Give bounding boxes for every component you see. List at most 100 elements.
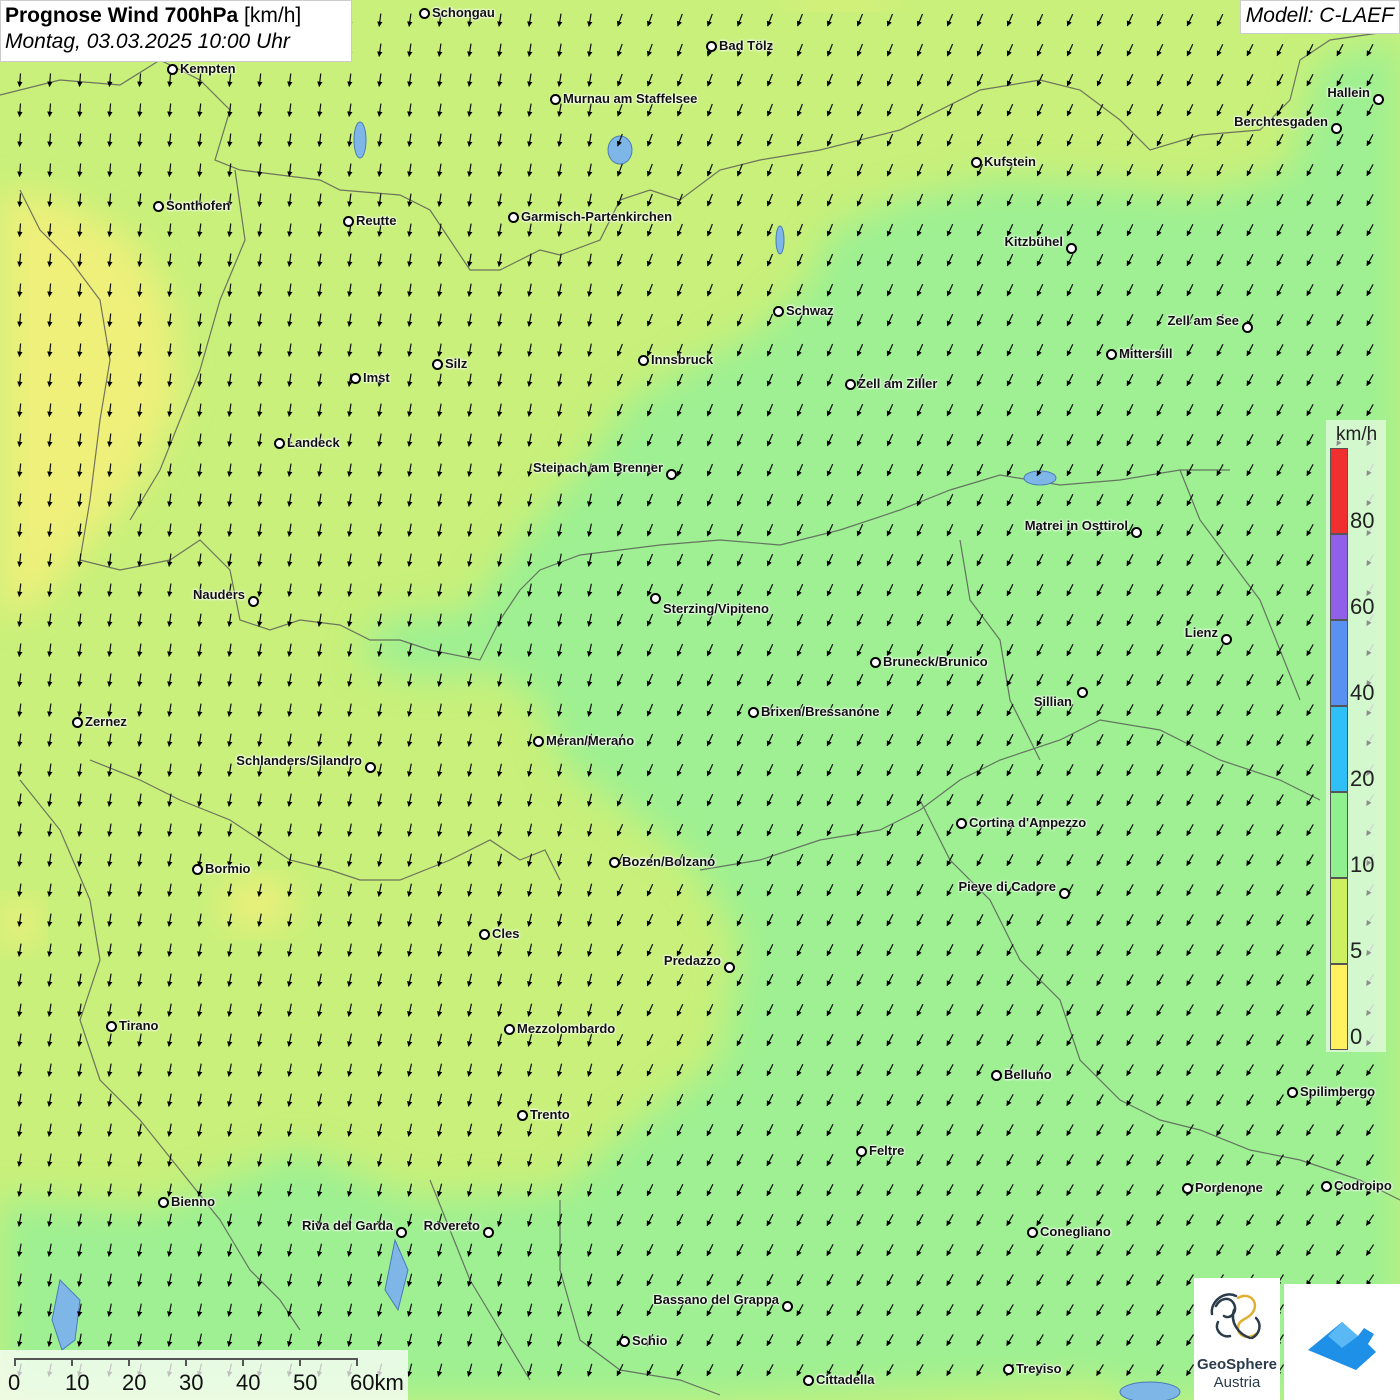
city-dot	[706, 41, 717, 52]
city-dot	[1287, 1087, 1298, 1098]
city-dot	[1027, 1227, 1038, 1238]
city-dot	[870, 657, 881, 668]
city-label: Feltre	[869, 1143, 905, 1158]
legend-label: 20	[1350, 766, 1375, 791]
city-dot	[550, 94, 561, 105]
city-dot	[1066, 243, 1077, 254]
scale-bar: 0 10 20 30 40 50 60km	[0, 1350, 408, 1400]
city-dot	[666, 469, 677, 480]
city-label: Predazzo	[663, 953, 721, 968]
city-label: Reutte	[356, 213, 397, 228]
forecast-datetime: Montag, 03.03.2025 10:00 Uhr	[5, 30, 290, 53]
legend-label: 80	[1350, 508, 1375, 533]
geosphere-logo: GeoSphere Austria	[1194, 1278, 1280, 1400]
city-dot	[72, 717, 83, 728]
scale-tick	[356, 1358, 358, 1366]
city-label: Nauders	[192, 587, 245, 602]
city-label: Zell am See	[1167, 313, 1239, 328]
city-label: Innsbruck	[651, 352, 714, 367]
city-dot	[1077, 687, 1088, 698]
city-dot	[248, 596, 259, 607]
city-label: Treviso	[1016, 1361, 1062, 1376]
city-label: Cittadella	[816, 1372, 875, 1387]
city-label: Spilimbergo	[1300, 1084, 1376, 1099]
legend-swatch	[1330, 448, 1348, 534]
city-dot	[504, 1024, 515, 1035]
city-label: Tirano	[119, 1018, 159, 1033]
city-label: Schwaz	[786, 303, 834, 318]
legend-swatch	[1330, 706, 1348, 792]
map-title: Prognose Wind 700hPa [km/h]	[5, 4, 347, 28]
city-dot	[1242, 322, 1253, 333]
scale-label: 20	[122, 1370, 147, 1395]
scale-tick	[299, 1358, 301, 1366]
city-dot	[856, 1146, 867, 1157]
city-dot	[724, 962, 735, 973]
city-label: Berchtesgaden	[1234, 114, 1328, 129]
legend-swatch	[1330, 964, 1348, 1050]
scale-label: 30	[179, 1370, 204, 1395]
scale-label: 10	[65, 1370, 90, 1395]
title-unit: [km/h]	[238, 4, 302, 27]
legend-label: 40	[1350, 680, 1375, 705]
city-label: Bassano del Grappa	[653, 1292, 779, 1307]
city-label: Zell am Ziller	[858, 376, 938, 391]
city-label: Bienno	[171, 1194, 216, 1209]
city-dot	[782, 1301, 793, 1312]
city-dot	[106, 1021, 117, 1032]
city-label: Schlanders/Silandro	[236, 753, 362, 768]
legend-unit: km/h	[1336, 424, 1378, 445]
city-label: Rovereto	[423, 1218, 480, 1233]
wind-field-0-5-north	[780, 0, 900, 10]
city-dot	[1221, 634, 1232, 645]
city-dot	[517, 1110, 528, 1121]
geosphere-logo-icon	[1210, 1293, 1261, 1340]
title-box: Prognose Wind 700hPa [km/h] Montag, 03.0…	[0, 0, 352, 62]
city-dot	[1182, 1183, 1193, 1194]
legend-label: 10	[1350, 852, 1375, 877]
city-dot	[1106, 349, 1117, 360]
city-label: Imst	[363, 370, 390, 385]
legend-label: 60	[1350, 594, 1375, 619]
city-dot	[1059, 888, 1070, 899]
scale-label: 60km	[350, 1370, 404, 1395]
city-label: Bad Tölz	[719, 38, 774, 53]
wind-map: Prognose Wind 700hPa [km/h] Montag, 03.0…	[0, 0, 1400, 1400]
city-label: Conegliano	[1040, 1224, 1111, 1239]
city-label: Matrei in Osttirol	[1024, 518, 1128, 533]
city-label: Bormio	[205, 861, 251, 876]
city-label: Codroipo	[1334, 1178, 1392, 1193]
title-main: Prognose Wind 700hPa	[5, 4, 239, 27]
scale-tick	[185, 1358, 187, 1366]
city-dot	[479, 929, 490, 940]
city-label: Mezzolombardo	[517, 1021, 616, 1036]
city-dot	[158, 1197, 169, 1208]
city-label: Sillian	[1033, 694, 1072, 709]
city-label: Silz	[445, 356, 468, 371]
city-dot	[396, 1227, 407, 1238]
app-logo-icon	[1308, 1322, 1376, 1370]
scale-tick	[71, 1358, 73, 1366]
city-dot	[365, 762, 376, 773]
city-dot	[956, 818, 967, 829]
city-dot	[1331, 123, 1342, 134]
city-label: Mittersill	[1119, 346, 1173, 361]
app-logo	[1284, 1284, 1400, 1400]
city-label: Hallein	[1327, 85, 1370, 100]
city-label: Bruneck/Brunico	[883, 654, 988, 669]
city-dot	[533, 736, 544, 747]
legend-swatch	[1330, 878, 1348, 964]
city-dot	[1321, 1181, 1332, 1192]
city-label: Cortina d'Ampezzo	[969, 815, 1087, 830]
city-dot	[803, 1375, 814, 1386]
scale-label: 50	[293, 1370, 318, 1395]
city-dot	[432, 359, 443, 370]
city-dot	[419, 8, 430, 19]
city-dot	[1373, 94, 1384, 105]
city-dot	[650, 593, 661, 604]
scale-label: 40	[236, 1370, 261, 1395]
legend-swatch	[1330, 620, 1348, 706]
city-dot	[153, 201, 164, 212]
legend-label: 5	[1350, 938, 1363, 963]
city-dot	[274, 438, 285, 449]
